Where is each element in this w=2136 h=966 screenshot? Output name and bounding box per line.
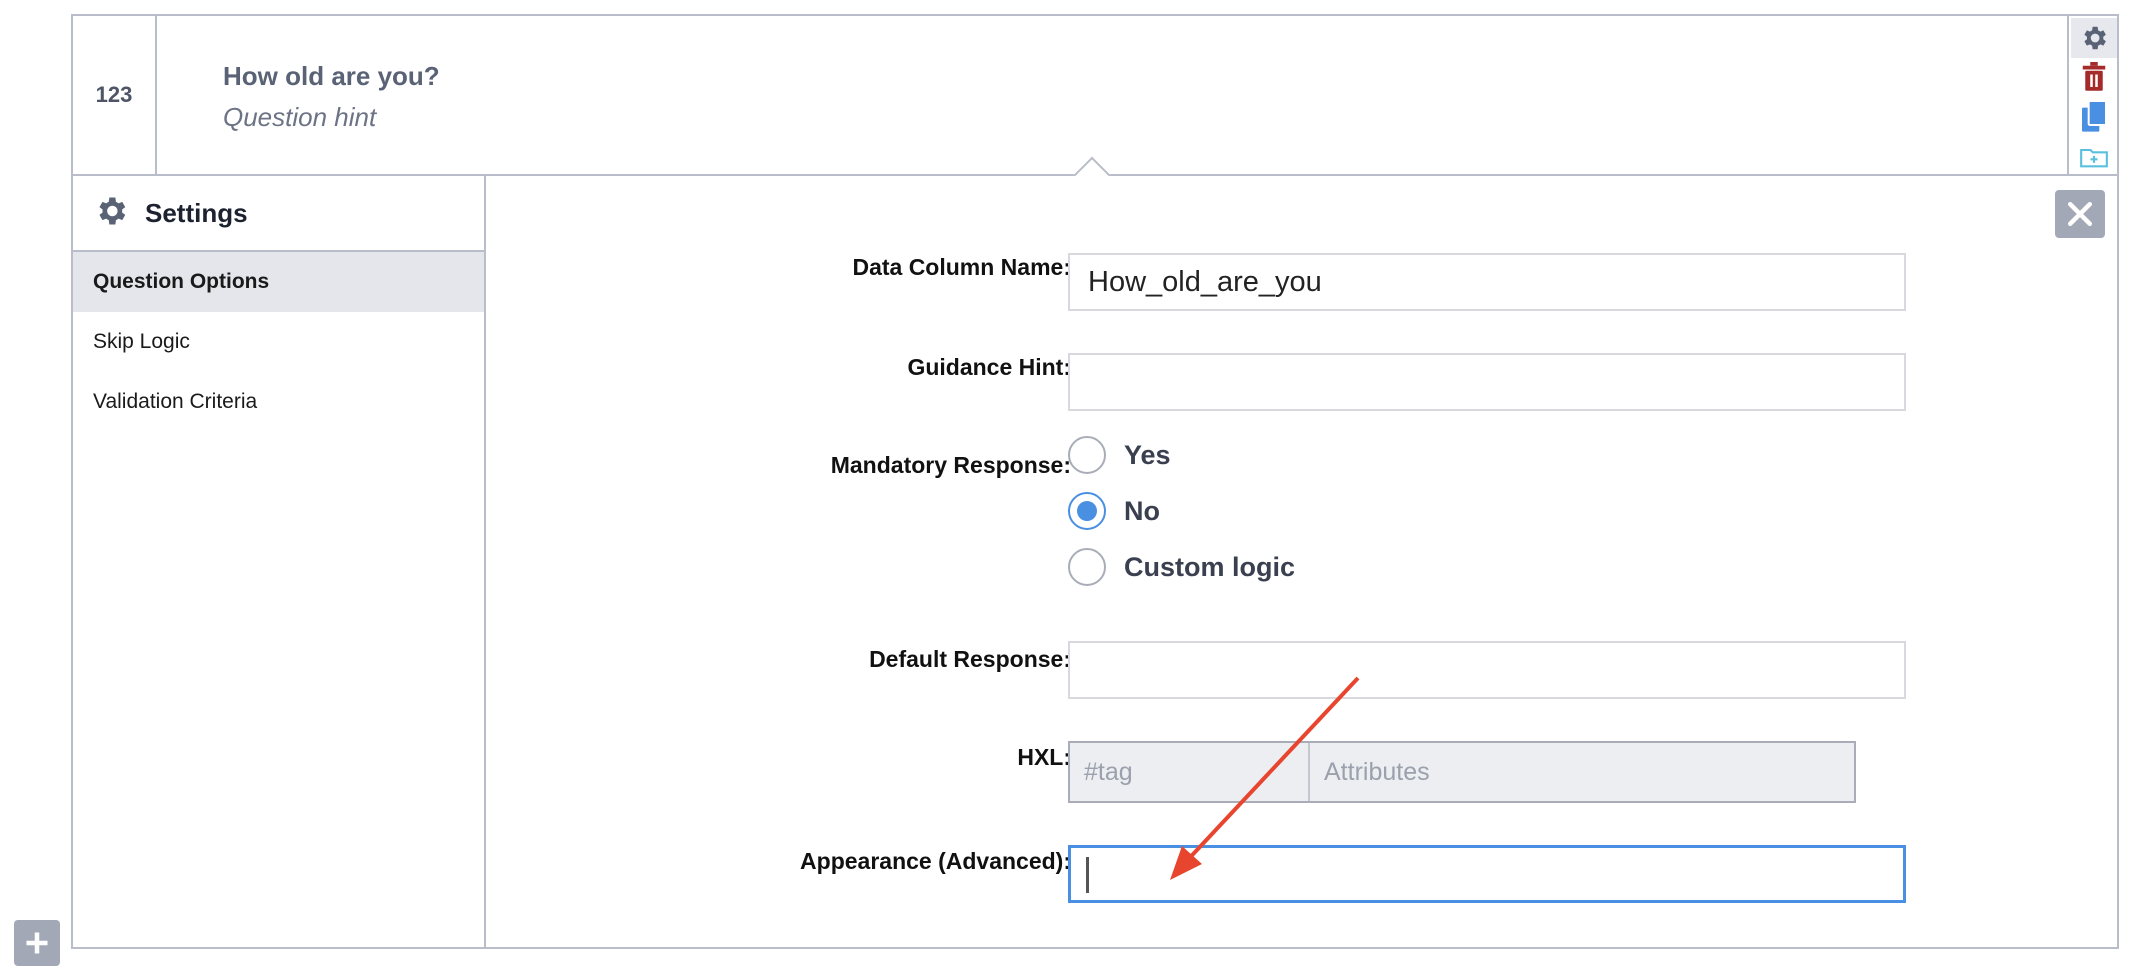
settings-header: Settings [73, 176, 484, 252]
add-question-button[interactable] [14, 920, 60, 966]
plus-icon [26, 932, 48, 954]
guidance-hint-input[interactable] [1068, 353, 1906, 411]
default-response-label: Default Response: [869, 646, 1071, 672]
trash-icon[interactable] [2077, 60, 2111, 94]
folder-add-icon[interactable] [2077, 140, 2111, 174]
hxl-label: HXL: [1017, 744, 1071, 770]
question-title[interactable]: How old are you? [223, 61, 440, 92]
copy-icon[interactable] [2077, 100, 2111, 134]
radio-no[interactable] [1068, 492, 1106, 530]
mandatory-label: Mandatory Response: [830, 452, 1071, 478]
question-number: 123 [73, 16, 157, 174]
question-card: 123 How old are you? Question hint Setti… [71, 14, 2119, 949]
gear-icon [93, 193, 129, 234]
close-settings-button[interactable] [2055, 190, 2105, 238]
mandatory-option-yes[interactable]: Yes [1068, 436, 1171, 474]
nav-question-options[interactable]: Question Options [73, 252, 484, 312]
settings-title: Settings [145, 197, 248, 228]
question-header[interactable]: 123 How old are you? Question hint [73, 16, 2117, 194]
settings-sidebar: Settings Question Options Skip Logic Val… [73, 176, 486, 947]
data-column-input[interactable] [1068, 253, 1906, 311]
radio-yes[interactable] [1068, 436, 1106, 474]
radio-yes-label: Yes [1124, 439, 1171, 470]
mandatory-option-no[interactable]: No [1068, 492, 1160, 530]
gear-icon[interactable] [2071, 18, 2117, 58]
question-hint[interactable]: Question hint [223, 102, 376, 133]
close-icon [2067, 201, 2093, 227]
nav-skip-logic[interactable]: Skip Logic [73, 312, 484, 372]
radio-custom-logic[interactable] [1068, 548, 1106, 586]
guidance-hint-label: Guidance Hint: [907, 354, 1071, 380]
annotation-arrow [1170, 676, 1360, 880]
radio-custom-logic-label: Custom logic [1124, 551, 1296, 582]
question-toolbar [2067, 16, 2117, 174]
data-column-label: Data Column Name: [852, 254, 1071, 280]
mandatory-option-custom[interactable]: Custom logic [1068, 548, 1295, 586]
radio-no-label: No [1124, 495, 1160, 526]
text-cursor [1086, 857, 1089, 893]
appearance-label: Appearance (Advanced): [800, 848, 1071, 874]
nav-validation-criteria[interactable]: Validation Criteria [73, 372, 484, 432]
